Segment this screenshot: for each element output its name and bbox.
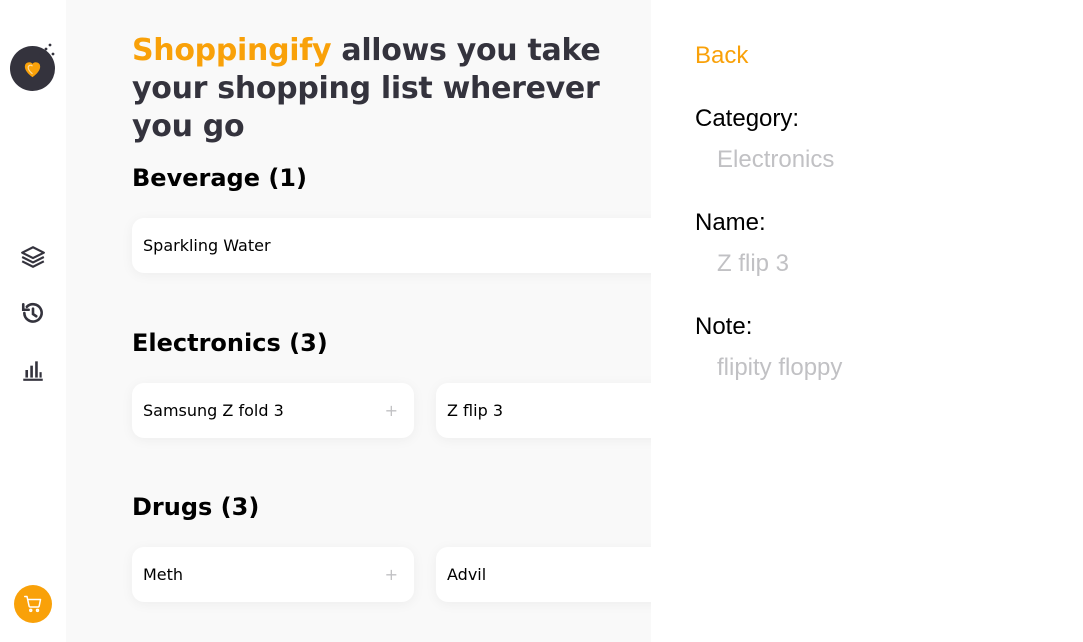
item-card-sparkling-water[interactable]: Sparkling Water [132,218,651,273]
add-item-button[interactable]: + [385,383,398,438]
page-title: Shoppingify allows you take your shoppin… [132,32,651,146]
back-link[interactable]: Back [695,42,748,70]
category-title-electronics: Electronics (3) [132,329,328,357]
name-value: Z flip 3 [717,250,790,277]
item-card-advil[interactable]: Advil [436,547,651,602]
heart-icon [24,62,41,78]
item-card-samsung-z-fold-3[interactable]: Samsung Z fold 3 + [132,383,414,438]
name-label: Name: [695,209,766,236]
cart-button[interactable] [14,585,52,623]
note-label: Note: [695,313,753,340]
app-root: Shoppingify allows you take your shoppin… [0,0,1083,642]
category-title-beverage: Beverage (1) [132,164,307,192]
cart-icon [24,595,42,613]
item-name: Advil [447,565,487,584]
category-label: Category: [695,105,800,132]
item-name: Sparkling Water [143,236,271,255]
item-name: Z flip 3 [447,401,503,420]
history-icon[interactable] [20,300,46,326]
sidebar [0,0,66,642]
item-card-z-flip-3[interactable]: Z flip 3 [436,383,651,438]
bar-chart-icon[interactable] [20,357,46,383]
dots-icon [39,43,55,56]
category-value: Electronics [717,146,835,173]
item-detail-panel: Back Category: Electronics Name: Z flip … [651,0,1083,642]
item-name: Samsung Z fold 3 [143,401,284,420]
layers-icon[interactable] [20,244,46,270]
category-title-drugs: Drugs (3) [132,493,260,521]
main-content: Shoppingify allows you take your shoppin… [66,0,651,642]
add-item-button[interactable]: + [385,547,398,602]
item-card-meth[interactable]: Meth + [132,547,414,602]
item-name: Meth [143,565,184,584]
note-value: flipity floppy [717,354,843,381]
brand-name: Shoppingify [132,33,332,68]
